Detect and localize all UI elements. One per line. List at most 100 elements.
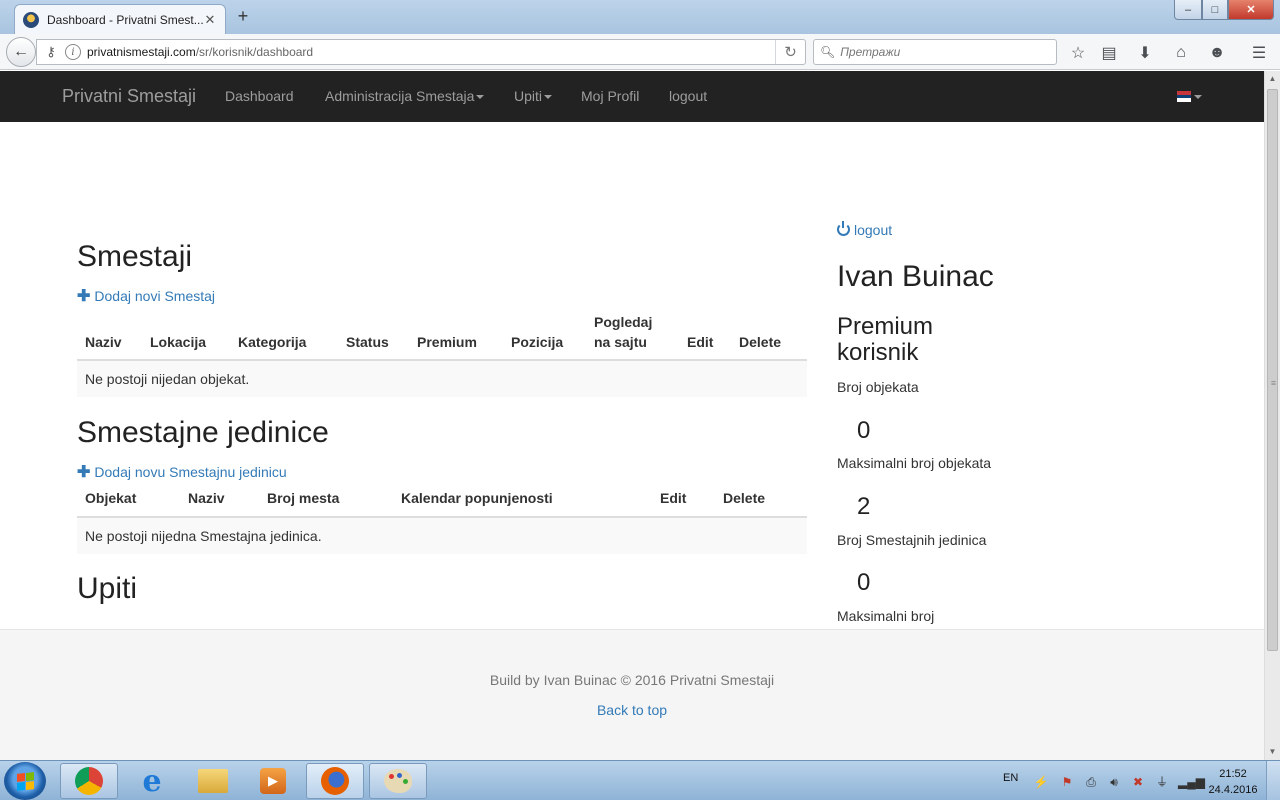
smestaji-title: Smestaji	[77, 240, 193, 273]
show-desktop-button[interactable]	[1266, 761, 1280, 800]
windows-taskbar: e ▶ EN ⚡ ⚑ ⎙ 🔊︎ ✖ ⏚ ▂▄▆ 21:52 24.4.2016	[0, 760, 1280, 800]
menu-hamburger-icon[interactable]: ☰	[1248, 42, 1270, 64]
volume-icon[interactable]: 🔊︎	[1106, 774, 1122, 790]
user-account-type: Premium korisnik	[837, 313, 934, 366]
col-pogledaj-line1: Pogledaj	[594, 314, 653, 330]
col-edit: Edit	[660, 490, 687, 506]
site-brand[interactable]: Privatni Smestaji	[62, 86, 196, 107]
stat-label-max-objekata: Maksimalni broj objekata	[837, 455, 992, 471]
site-info-icon[interactable]: i	[65, 44, 81, 60]
power-plug-icon[interactable]: ⏚	[1154, 774, 1170, 790]
key-icon[interactable]: ⚷	[41, 44, 61, 60]
table-row-empty: Ne postoji nijedna Smestajna jedinica.	[77, 518, 807, 554]
taskbar-internet-explorer-icon[interactable]: e	[123, 763, 181, 799]
network-disconnected-icon[interactable]: ✖	[1130, 774, 1146, 790]
browser-titlebar: Dashboard - Privatni Smest... ✕ + – □ ✕	[0, 0, 1280, 34]
sidebar-logout-label: logout	[854, 222, 893, 238]
window-minimize-button[interactable]: –	[1174, 0, 1202, 20]
window-maximize-button[interactable]: □	[1202, 0, 1228, 20]
page-scrollbar[interactable]: ▲ ≡ ▼	[1264, 71, 1280, 760]
jedinice-title: Smestajne jedinice	[77, 416, 329, 449]
home-icon[interactable]: ⌂	[1170, 42, 1192, 64]
nav-dashboard[interactable]: Dashboard	[225, 88, 294, 104]
back-arrow-icon[interactable]: ←	[6, 37, 36, 67]
hello-chat-icon[interactable]: ☻	[1206, 42, 1228, 64]
nav-upiti-label: Upiti	[514, 88, 543, 104]
add-jedinica-link[interactable]: ✚ Dodaj novu Smestajnu jedinicu	[77, 462, 287, 482]
address-bar[interactable]: ⚷ i privatnismestaji.com /sr/korisnik/da…	[36, 39, 806, 65]
taskbar-media-player-icon[interactable]: ▶	[244, 763, 302, 799]
reading-list-icon[interactable]: ▤	[1098, 42, 1120, 64]
taskbar-paint-icon[interactable]	[369, 763, 427, 799]
upiti-title: Upiti	[77, 572, 138, 605]
scroll-up-arrow-icon[interactable]: ▲	[1265, 71, 1280, 87]
downloads-icon[interactable]: ⬇	[1134, 42, 1156, 64]
col-naziv: Naziv	[85, 334, 122, 350]
serbian-flag-icon[interactable]	[1177, 91, 1191, 103]
site-favicon-icon	[23, 11, 39, 28]
col-objekat: Objekat	[85, 490, 137, 506]
col-edit: Edit	[687, 334, 714, 350]
search-input[interactable]: 🔍︎ Претражи	[813, 39, 1057, 65]
user-name: Ivan Buinac	[837, 260, 994, 293]
col-delete: Delete	[739, 334, 782, 350]
col-broj-mesta: Broj mesta	[267, 490, 340, 506]
tray-device-icon[interactable]: ⎙	[1083, 774, 1099, 790]
caret-down-icon	[544, 95, 553, 100]
stat-label-broj-objekata: Broj objekata	[837, 379, 919, 395]
page-viewport: Privatni Smestaji Dashboard Administraci…	[0, 71, 1264, 760]
page-footer: Build by Ivan Buinac © 2016 Privatni Sme…	[0, 629, 1264, 760]
caret-down-icon	[476, 95, 485, 100]
tray-app-icon[interactable]: ⚡	[1033, 774, 1049, 790]
col-lokacija: Lokacija	[150, 334, 207, 350]
col-pozicija: Pozicija	[511, 334, 564, 350]
col-kategorija: Kategorija	[238, 334, 307, 350]
scrollbar-thumb[interactable]: ≡	[1267, 89, 1278, 651]
col-status: Status	[346, 334, 389, 350]
tray-flag-icon[interactable]: ⚑	[1059, 774, 1075, 790]
taskbar-file-explorer-icon[interactable]	[184, 763, 242, 799]
col-pogledaj-line2: na sajtu	[594, 334, 647, 350]
col-delete: Delete	[723, 490, 766, 506]
search-placeholder: Претражи	[840, 45, 901, 59]
col-premium: Premium	[417, 334, 477, 350]
stat-value-broj-objekata: 0	[857, 417, 871, 444]
browser-tab-dashboard[interactable]: Dashboard - Privatni Smest... ✕	[14, 4, 226, 34]
table-row-empty: Ne postoji nijedan objekat.	[77, 361, 807, 397]
new-tab-button[interactable]: +	[234, 6, 252, 27]
tab-close-icon[interactable]: ✕	[203, 12, 217, 28]
window-close-button[interactable]: ✕	[1228, 0, 1274, 20]
sidebar-logout-link[interactable]: logout	[837, 221, 893, 238]
add-smestaj-link[interactable]: ✚ Dodaj novi Smestaj	[77, 286, 215, 306]
search-icon: 🔍︎	[820, 45, 836, 59]
clock-time: 21:52	[1219, 768, 1247, 780]
taskbar-chrome-icon[interactable]	[60, 763, 118, 799]
nav-moj-profil[interactable]: Moj Profil	[581, 88, 639, 104]
plus-icon: ✚	[77, 464, 91, 481]
signal-strength-icon[interactable]: ▂▄▆	[1178, 774, 1205, 790]
start-button-windows-icon[interactable]	[4, 762, 46, 800]
language-indicator[interactable]: EN	[1003, 772, 1018, 784]
url-path: /sr/korisnik/dashboard	[195, 45, 314, 59]
stat-label-broj-jedinica: Broj Smestajnih jedinica	[837, 532, 987, 548]
scroll-grip-icon: ≡	[1270, 378, 1277, 388]
power-icon	[837, 221, 850, 236]
nav-administracija-dropdown[interactable]: Administracija Smestaja	[325, 88, 485, 104]
nav-administracija-label: Administracija Smestaja	[325, 88, 475, 104]
scroll-down-arrow-icon[interactable]: ▼	[1265, 744, 1280, 760]
footer-credit: Build by Ivan Buinac © 2016 Privatni Sme…	[489, 672, 775, 688]
col-naziv: Naziv	[188, 490, 225, 506]
tab-title: Dashboard - Privatni Smest...	[47, 12, 203, 27]
system-clock[interactable]: 21:52 24.4.2016	[1205, 766, 1261, 798]
bookmark-star-icon[interactable]: ☆	[1067, 42, 1089, 64]
taskbar-firefox-icon[interactable]	[306, 763, 364, 799]
add-smestaj-label: Dodaj novi Smestaj	[94, 288, 216, 304]
add-jedinica-label: Dodaj novu Smestajnu jedinicu	[94, 464, 287, 480]
back-to-top-link[interactable]: Back to top	[0, 702, 1264, 718]
reload-icon[interactable]: ↻	[775, 40, 805, 64]
col-kalendar: Kalendar popunjenosti	[401, 490, 553, 506]
plus-icon: ✚	[77, 288, 91, 305]
nav-logout[interactable]: logout	[669, 88, 707, 104]
language-caret-icon[interactable]	[1194, 95, 1202, 99]
nav-upiti-dropdown[interactable]: Upiti	[514, 88, 553, 104]
